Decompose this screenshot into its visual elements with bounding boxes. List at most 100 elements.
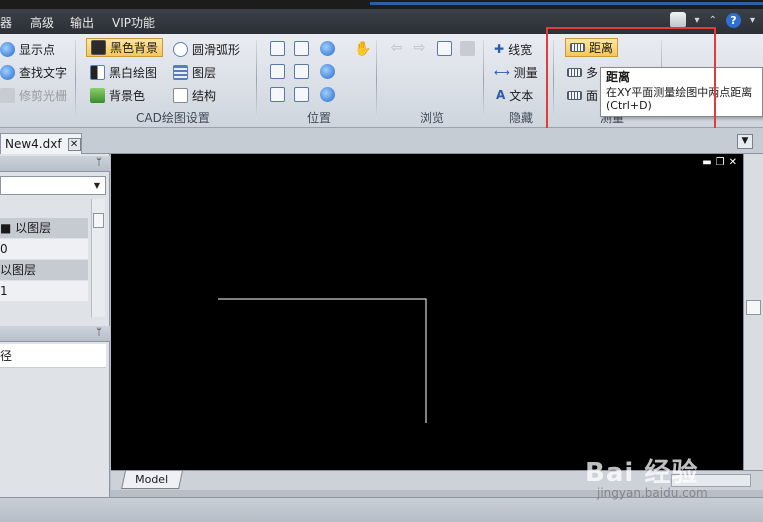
black-background-button[interactable]: 黑色背景 bbox=[86, 38, 164, 57]
properties-panel: ᛘ ▼ ■ 以图层 0 以图层 1 ᛘ 径 bbox=[0, 154, 110, 497]
measure-hide-button[interactable]: ⟷ 测量 bbox=[494, 62, 538, 82]
find-text-button[interactable]: 查找文字 bbox=[0, 62, 67, 82]
document-tab[interactable]: New4.dxf ✕ bbox=[0, 133, 82, 154]
tab-list-dropdown[interactable]: ▼ bbox=[737, 134, 753, 149]
restore-icon[interactable]: ❐ bbox=[716, 157, 725, 168]
model-tab[interactable]: Model bbox=[121, 471, 183, 489]
ribbon-separator bbox=[75, 40, 76, 120]
prop-row[interactable]: ■ 以图层 bbox=[0, 218, 88, 238]
panel-header-2: ᛘ bbox=[0, 326, 110, 342]
trim-raster-button[interactable]: 修剪光栅 bbox=[0, 85, 67, 105]
drawing-canvas[interactable]: ▬ ❐ ✕ bbox=[111, 154, 743, 470]
panel-header: ᛘ bbox=[0, 156, 110, 172]
chevron-up-icon[interactable]: ⌃ bbox=[709, 15, 717, 26]
rotate-3d-icon[interactable] bbox=[270, 87, 285, 102]
chevron-down-icon: ▼ bbox=[93, 181, 101, 190]
zoom-in-icon[interactable] bbox=[320, 41, 335, 56]
line-width-button[interactable]: ✚ 线宽 bbox=[494, 39, 532, 59]
menubar-right-icons: ▾ ⌃ ? ▾ bbox=[669, 12, 755, 28]
path-row[interactable]: 径 bbox=[0, 344, 106, 368]
structure-button[interactable]: 结构 bbox=[173, 85, 216, 105]
black-background-label: 黑色背景 bbox=[110, 41, 159, 55]
watermark-url: jingyan.baidu.com bbox=[597, 486, 708, 500]
text-hide-label: 文本 bbox=[509, 88, 534, 103]
help-dropdown-icon[interactable]: ▾ bbox=[750, 15, 755, 26]
canvas-window-controls: ▬ ❐ ✕ bbox=[702, 157, 737, 168]
forward-arrow-icon[interactable]: ⇨ bbox=[412, 41, 427, 56]
show-points-label: 显示点 bbox=[19, 42, 56, 57]
scroll-thumb[interactable] bbox=[746, 300, 761, 315]
model-tab-label: Model bbox=[135, 473, 169, 486]
back-arrow-icon[interactable]: ⇦ bbox=[389, 41, 404, 56]
text-icon: A bbox=[496, 88, 506, 102]
background-color-button[interactable]: 背景色 bbox=[90, 85, 145, 105]
prop-row[interactable]: 以图层 bbox=[0, 260, 88, 280]
entity-combo[interactable]: ▼ bbox=[0, 176, 106, 195]
fit-icon[interactable] bbox=[270, 64, 285, 79]
scroll-thumb[interactable] bbox=[93, 213, 104, 228]
bg-color-icon bbox=[90, 87, 105, 103]
structure-icon bbox=[173, 87, 188, 103]
prop-row[interactable]: 0 bbox=[0, 239, 88, 259]
smooth-arc-button[interactable]: 圆滑弧形 bbox=[173, 39, 240, 59]
chevron-down-icon[interactable]: ▾ bbox=[695, 15, 700, 26]
plus-icon: ✚ bbox=[494, 42, 505, 56]
watermark-text: Bai 经验 bbox=[585, 458, 699, 488]
find-icon bbox=[0, 64, 15, 80]
bw-drawing-button[interactable]: 黑白绘图 bbox=[90, 62, 157, 82]
group-label-position: 位置 bbox=[307, 111, 332, 125]
layers-icon bbox=[173, 64, 188, 80]
zoom-prev-icon[interactable] bbox=[294, 87, 309, 102]
help-icon[interactable]: ? bbox=[725, 12, 741, 28]
canvas-vertical-scrollbar[interactable] bbox=[743, 154, 763, 470]
ribbon-separator bbox=[256, 40, 257, 120]
find-text-label: 查找文字 bbox=[19, 65, 68, 80]
background-color-label: 背景色 bbox=[109, 88, 146, 103]
smooth-arc-label: 圆滑弧形 bbox=[192, 42, 241, 57]
hand-icon[interactable]: ✋ bbox=[354, 41, 371, 57]
arc-icon bbox=[173, 41, 188, 57]
watermark: Bai 经验 jingyan.baidu.com bbox=[585, 450, 755, 505]
pan-icon[interactable] bbox=[270, 41, 285, 56]
orbit-icon[interactable] bbox=[320, 87, 335, 102]
zoom-extents-icon[interactable] bbox=[294, 64, 309, 79]
bw-icon bbox=[90, 64, 105, 80]
close-icon[interactable]: ✕ bbox=[729, 157, 737, 168]
menu-item-vip[interactable]: VIP功能 bbox=[112, 14, 155, 31]
group-label-browse: 浏览 bbox=[420, 111, 445, 125]
group-label-cad: CAD绘图设置 bbox=[136, 111, 210, 125]
style-icon[interactable] bbox=[669, 12, 686, 28]
text-hide-button[interactable]: A 文本 bbox=[496, 85, 533, 105]
menu-item-0[interactable]: 器 bbox=[0, 14, 12, 31]
title-bar bbox=[0, 0, 763, 9]
ribbon-separator bbox=[483, 40, 484, 120]
prop-row[interactable]: 1 bbox=[0, 281, 88, 301]
title-accent-line bbox=[370, 2, 763, 5]
trim-icon bbox=[0, 87, 15, 103]
show-points-button[interactable]: 显示点 bbox=[0, 39, 55, 59]
page-icon[interactable] bbox=[437, 41, 452, 56]
pin-icon[interactable]: ᛘ bbox=[96, 157, 102, 168]
dimension-icon: ⟷ bbox=[494, 65, 510, 79]
group-label-hide: 隐藏 bbox=[509, 111, 534, 125]
minimize-icon[interactable]: ▬ bbox=[702, 157, 711, 168]
menu-item-output[interactable]: 输出 bbox=[70, 14, 94, 31]
close-icon[interactable]: ✕ bbox=[67, 137, 81, 151]
black-bg-icon bbox=[91, 40, 106, 55]
bw-drawing-label: 黑白绘图 bbox=[109, 65, 158, 80]
zoom-window-icon[interactable] bbox=[294, 41, 309, 56]
document-tab-label: New4.dxf bbox=[5, 137, 62, 151]
layers-label: 图层 bbox=[192, 65, 217, 80]
points-icon bbox=[0, 41, 15, 57]
pin-icon[interactable]: ᛘ bbox=[96, 327, 102, 338]
structure-label: 结构 bbox=[192, 88, 217, 103]
drawn-polyline[interactable] bbox=[218, 298, 427, 423]
drawing-svg bbox=[218, 298, 427, 423]
properties-scrollbar[interactable] bbox=[91, 199, 105, 317]
zoom-out-icon[interactable] bbox=[320, 64, 335, 79]
ribbon-separator bbox=[376, 40, 377, 120]
page-disabled-icon[interactable] bbox=[460, 41, 475, 56]
layers-button[interactable]: 图层 bbox=[173, 62, 216, 82]
document-tabstrip: New4.dxf ✕ ▼ bbox=[0, 128, 763, 154]
menu-item-advanced[interactable]: 高级 bbox=[30, 14, 54, 31]
